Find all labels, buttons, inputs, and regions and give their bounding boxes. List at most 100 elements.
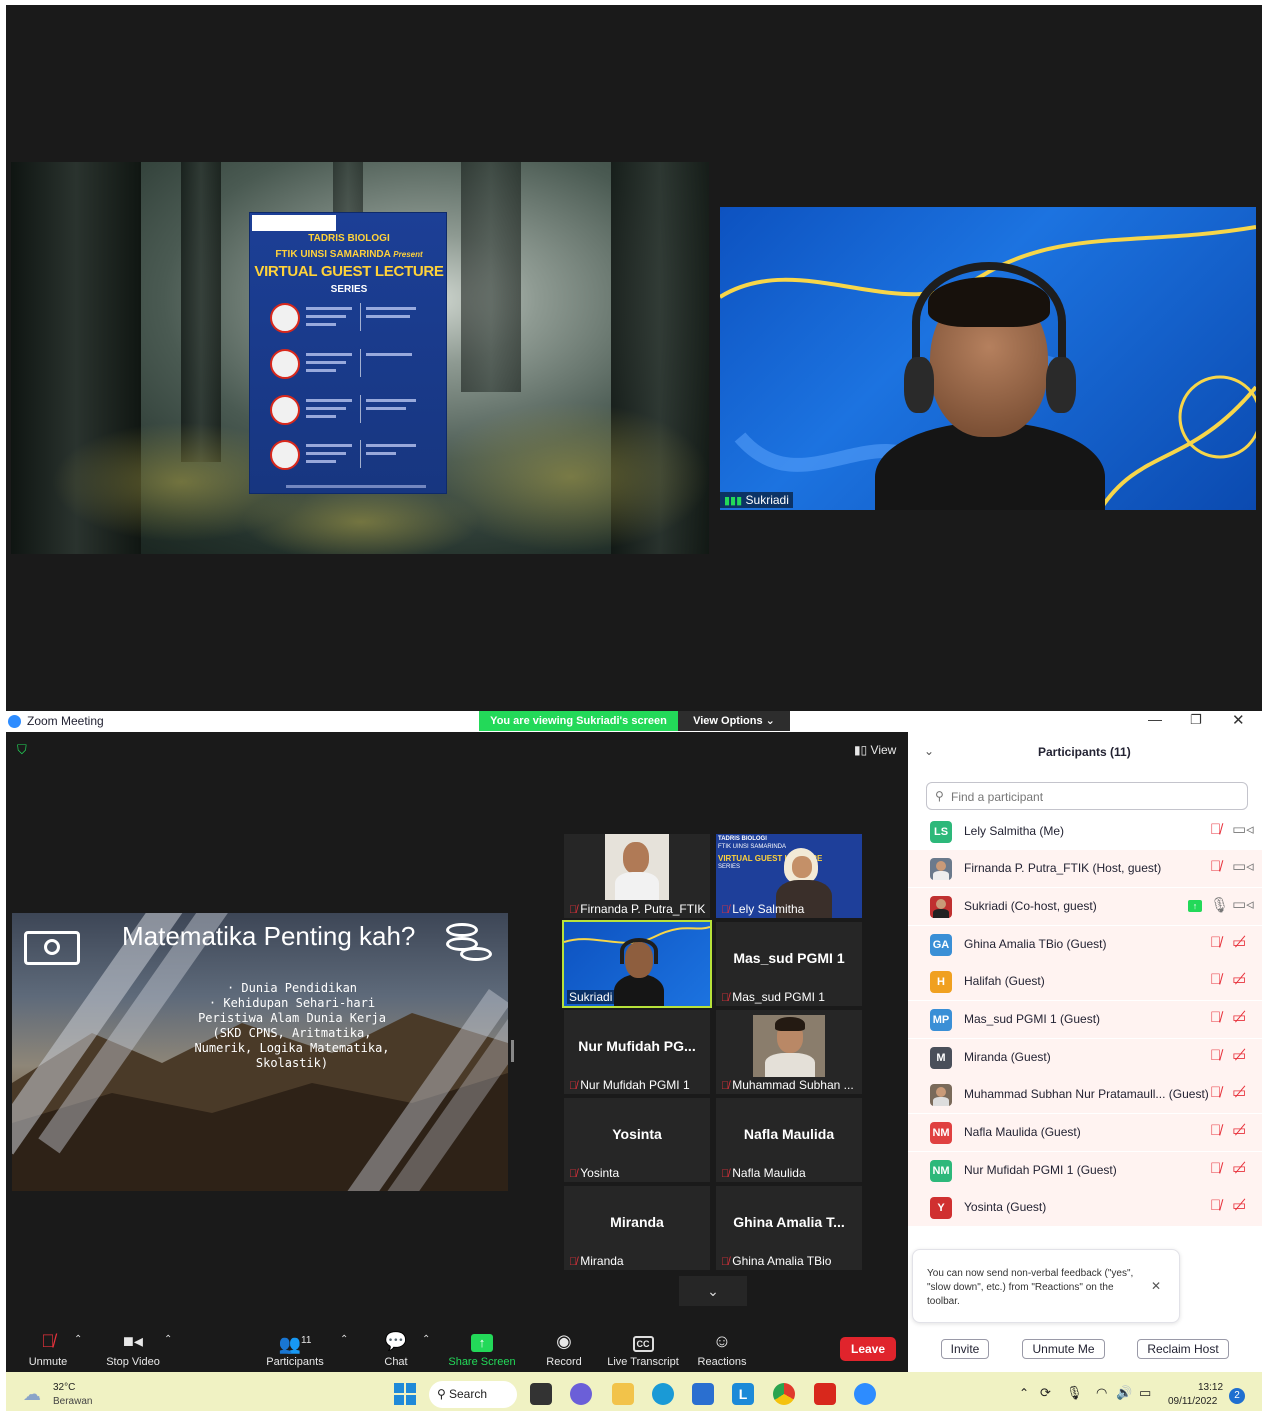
clock-time[interactable]: 13:12: [1198, 1382, 1223, 1393]
windows-start-icon[interactable]: [394, 1383, 416, 1405]
unmute-button[interactable]: 🎙̸ Unmute: [24, 1330, 72, 1368]
video-tile[interactable]: Miranda 🎙̸ Miranda: [564, 1186, 710, 1270]
notification-badge[interactable]: 2: [1229, 1388, 1245, 1404]
share-screen-button[interactable]: ↑ Share Screen: [448, 1330, 516, 1368]
close-icon[interactable]: ✕: [1232, 711, 1245, 729]
live-transcript-button[interactable]: CC Live Transcript: [604, 1330, 682, 1368]
video-tile[interactable]: Mas_sud PGMI 1 🎙̸ Mas_sud PGMI 1: [716, 922, 862, 1006]
participant-row[interactable]: Firnanda P. Putra_FTIK (Host, guest) 🎙̸ ▭…: [908, 850, 1262, 887]
mic-muted-icon[interactable]: 🎙̸: [1210, 1122, 1221, 1139]
stop-video-button[interactable]: ■◂ Stop Video: [102, 1330, 164, 1368]
mic-muted-icon[interactable]: 🎙̸: [1210, 1197, 1221, 1214]
weather-temperature[interactable]: 32°C: [53, 1382, 75, 1393]
mic-muted-icon[interactable]: 🎙̸: [1210, 821, 1221, 838]
zoom-app-icon[interactable]: [854, 1383, 876, 1405]
video-off-icon[interactable]: ▭̸: [1232, 1121, 1246, 1139]
microphone-icon[interactable]: 🎙: [1210, 896, 1229, 914]
participant-row[interactable]: MP Mas_sud PGMI 1 (Guest) 🎙̸ ▭̸: [908, 1001, 1262, 1038]
participant-row[interactable]: LS Lely Salmitha (Me) 🎙̸ ▭◃: [908, 813, 1262, 850]
speaker-volume-icon[interactable]: 🔊: [1116, 1385, 1132, 1401]
video-camera-icon[interactable]: ▭◃: [1232, 895, 1254, 913]
mic-muted-icon[interactable]: 🎙̸: [1210, 1084, 1221, 1101]
participant-row[interactable]: H Halifah (Guest) 🎙̸ ▭̸: [908, 963, 1262, 1000]
file-explorer-icon[interactable]: [612, 1383, 634, 1405]
reclaim-host-button[interactable]: Reclaim Host: [1137, 1339, 1229, 1359]
reactions-button[interactable]: ☺ Reactions: [694, 1330, 750, 1368]
chat-options-caret[interactable]: ⌃: [422, 1334, 430, 1345]
video-off-icon[interactable]: ▭̸: [1232, 1159, 1246, 1177]
participant-row[interactable]: NM Nafla Maulida (Guest) 🎙̸ ▭̸: [908, 1114, 1262, 1151]
participant-name: Halifah (Guest): [964, 974, 1045, 988]
view-button[interactable]: ▮▯ View: [854, 743, 896, 757]
scroll-down-button[interactable]: ⌄: [679, 1276, 747, 1306]
video-tile[interactable]: 🎙̸ Muhammad Subhan ...: [716, 1010, 862, 1094]
shield-icon[interactable]: ⛉: [17, 742, 27, 758]
weather-condition[interactable]: Berawan: [53, 1396, 92, 1407]
video-tile[interactable]: TADRIS BIOLOGI FTIK UINSI SAMARINDA VIRT…: [716, 834, 862, 918]
video-tile[interactable]: 🎙̸ Firnanda P. Putra_FTIK: [564, 834, 710, 918]
teams-chat-icon[interactable]: [570, 1383, 592, 1405]
participant-row[interactable]: M Miranda (Guest) 🎙̸ ▭̸: [908, 1039, 1262, 1076]
video-tile[interactable]: Nur Mufidah PG... 🎙̸ Nur Mufidah PGMI 1: [564, 1010, 710, 1094]
video-off-icon[interactable]: ▭̸: [1232, 1046, 1246, 1064]
lenovo-vantage-icon[interactable]: L: [732, 1383, 754, 1405]
show-hidden-icons-chevron[interactable]: ⌃: [1019, 1386, 1029, 1400]
tile-poster-text: FTIK UINSI SAMARINDA: [718, 844, 787, 850]
restore-icon[interactable]: ❐: [1190, 712, 1202, 728]
video-off-icon[interactable]: ▭̸: [1232, 970, 1246, 988]
mic-muted-icon[interactable]: 🎙̸: [1210, 934, 1221, 951]
pdf-reader-icon[interactable]: [814, 1383, 836, 1405]
chat-button[interactable]: 💬 Chat: [380, 1330, 412, 1368]
taskbar-search[interactable]: ⚲ Search: [429, 1381, 517, 1408]
mic-muted-icon[interactable]: 🎙̸: [1210, 1047, 1221, 1064]
unmute-me-button[interactable]: Unmute Me: [1022, 1339, 1105, 1359]
audio-options-caret[interactable]: ⌃: [74, 1334, 82, 1345]
search-icon: ⚲: [935, 789, 944, 803]
video-camera-icon[interactable]: ▭◃: [1232, 820, 1254, 838]
splitter-handle[interactable]: [511, 1040, 514, 1062]
wifi-icon[interactable]: ◠: [1096, 1385, 1107, 1401]
collapse-panel-icon[interactable]: ⌄: [924, 744, 934, 758]
battery-icon[interactable]: ▭: [1139, 1385, 1151, 1401]
mic-muted-icon[interactable]: 🎙̸: [1210, 1009, 1221, 1026]
slide-bullet: (SKD CPNS, Aritmatika,: [212, 1026, 372, 1040]
weather-cloud-icon[interactable]: ☁: [23, 1384, 41, 1405]
video-tile[interactable]: Nafla Maulida 🎙̸ Nafla Maulida: [716, 1098, 862, 1182]
participants-button[interactable]: 👥11 Participants: [262, 1330, 328, 1368]
tile-label: 🎙̸ Yosinta: [569, 1166, 620, 1180]
view-options-button[interactable]: View Options ⌄: [678, 711, 790, 731]
video-camera-icon[interactable]: ▭◃: [1232, 857, 1254, 875]
video-off-icon[interactable]: ▭̸: [1232, 1083, 1246, 1101]
participant-row[interactable]: Sukriadi (Co-host, guest) ↑ 🎙 ▭◃: [908, 888, 1262, 925]
minimize-icon[interactable]: —: [1148, 711, 1162, 727]
video-tile[interactable]: Ghina Amalia T... 🎙̸ Ghina Amalia TBio: [716, 1186, 862, 1270]
chrome-browser-icon[interactable]: [773, 1383, 795, 1405]
participant-row[interactable]: Muhammad Subhan Nur Pratamaull... (Guest…: [908, 1076, 1262, 1113]
search-participant-input[interactable]: ⚲ Find a participant: [926, 782, 1248, 810]
video-tile[interactable]: Yosinta 🎙̸ Yosinta: [564, 1098, 710, 1182]
close-tip-icon[interactable]: ✕: [1151, 1279, 1161, 1293]
video-options-caret[interactable]: ⌃: [164, 1334, 172, 1345]
record-button[interactable]: ◉ Record: [544, 1330, 584, 1368]
video-off-icon[interactable]: ▭̸: [1232, 1196, 1246, 1214]
participant-row[interactable]: Y Yosinta (Guest) 🎙̸ ▭̸: [908, 1189, 1262, 1226]
video-tile-active-speaker[interactable]: Sukriadi: [562, 920, 712, 1008]
leave-button[interactable]: Leave: [840, 1337, 896, 1361]
video-off-icon[interactable]: ▭̸: [1232, 1008, 1246, 1026]
participants-options-caret[interactable]: ⌃: [340, 1334, 348, 1345]
task-view-icon[interactable]: [530, 1383, 552, 1405]
mic-muted-icon[interactable]: 🎙̸: [1210, 858, 1221, 875]
participant-row[interactable]: GA Ghina Amalia TBio (Guest) 🎙̸ ▭̸: [908, 926, 1262, 963]
onedrive-sync-icon[interactable]: ⟳: [1040, 1385, 1051, 1401]
microphone-icon[interactable]: 🎙: [1066, 1385, 1083, 1401]
video-off-icon[interactable]: ▭̸: [1232, 933, 1246, 951]
microsoft-store-icon[interactable]: [692, 1383, 714, 1405]
invite-button[interactable]: Invite: [941, 1339, 989, 1359]
mic-muted-icon[interactable]: 🎙̸: [1210, 971, 1221, 988]
coins-icon: [442, 923, 494, 967]
clock-date[interactable]: 09/11/2022: [1168, 1396, 1217, 1407]
edge-browser-icon[interactable]: [652, 1383, 674, 1405]
mic-muted-icon[interactable]: 🎙̸: [1210, 1160, 1221, 1177]
participant-row[interactable]: NM Nur Mufidah PGMI 1 (Guest) 🎙̸ ▭̸: [908, 1152, 1262, 1189]
tile-label: 🎙̸ Nafla Maulida: [721, 1166, 806, 1180]
